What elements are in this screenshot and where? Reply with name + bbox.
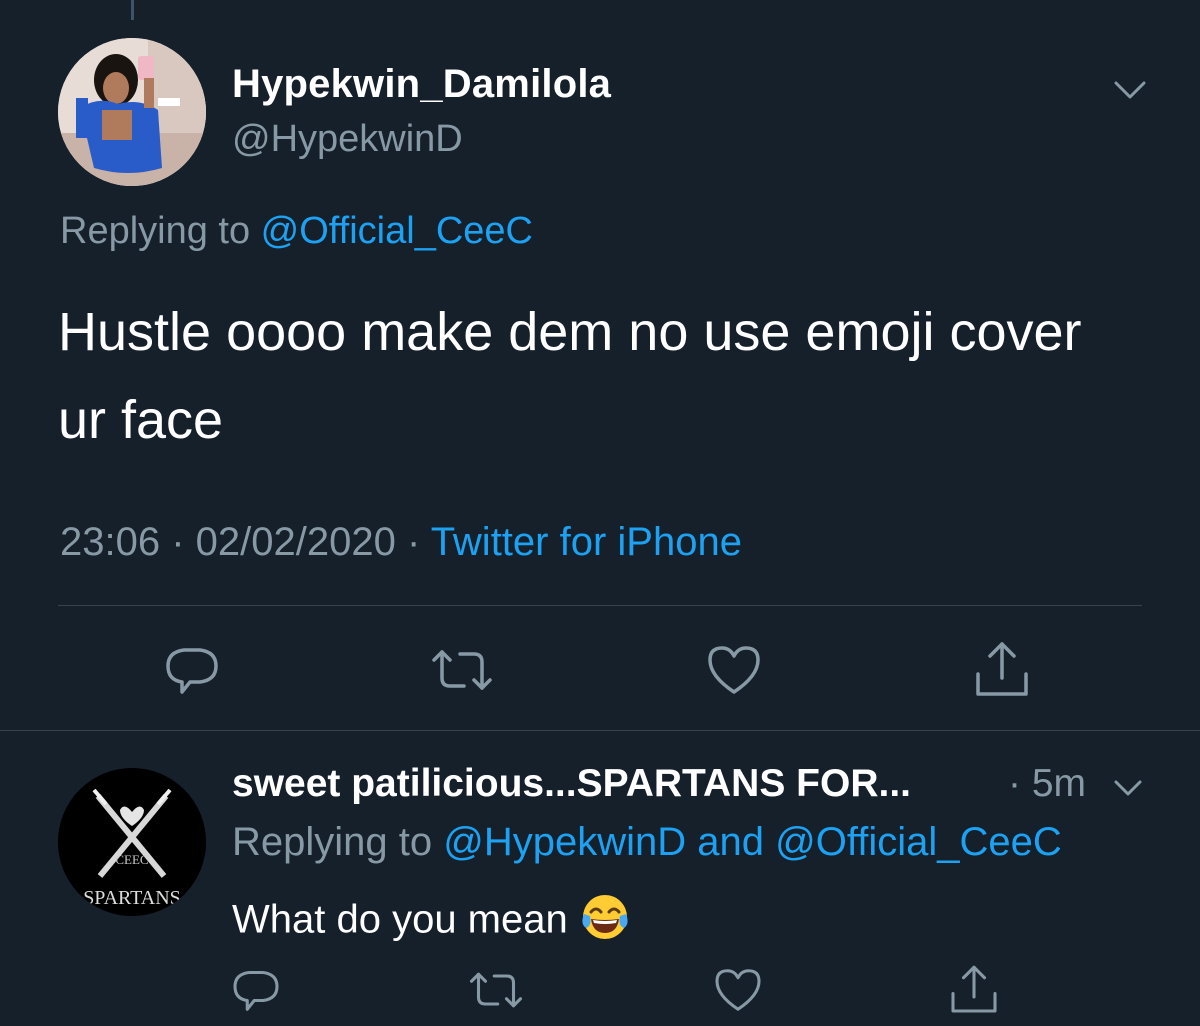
mention-link[interactable]: @HypekwinD — [443, 820, 686, 864]
share-icon[interactable] — [946, 962, 1010, 1026]
thread-line — [131, 0, 134, 20]
tweet-time: 23:06 — [60, 520, 161, 564]
reply-icon[interactable] — [228, 962, 292, 1026]
avatar[interactable]: CEEC SPARTANS — [58, 768, 206, 916]
replying-to: Replying to @HypekwinD and @Official_Cee… — [232, 820, 1062, 865]
tweet-text: What do you mean — [232, 892, 630, 952]
divider — [58, 605, 1142, 606]
avatar-photo — [58, 38, 206, 186]
display-name[interactable]: Hypekwin_Damilola — [232, 62, 611, 107]
replying-prefix: Replying to — [60, 210, 261, 252]
tweet-time: · 5m — [1008, 762, 1086, 805]
replying-prefix: Replying to — [232, 820, 444, 864]
svg-text:SPARTANS: SPARTANS — [83, 887, 181, 909]
tweet-date: 02/02/2020 — [195, 520, 396, 564]
face-with-tears-of-joy-icon — [580, 892, 630, 952]
mention-link[interactable]: @Official_CeeC — [775, 820, 1062, 864]
separator: · — [395, 520, 431, 564]
tweet-text: Hustle oooo make dem no use emoji cover … — [58, 302, 1082, 450]
spartans-logo: CEEC SPARTANS — [58, 768, 206, 916]
tweet-meta: 23:06 · 02/02/2020 · Twitter for iPhone — [60, 520, 742, 565]
share-icon[interactable] — [970, 638, 1034, 702]
separator: · — [160, 520, 196, 564]
svg-text:CEEC: CEEC — [115, 852, 148, 867]
retweet-icon[interactable] — [430, 638, 494, 702]
avatar[interactable] — [58, 38, 206, 186]
replying-to: Replying to @Official_CeeC — [60, 210, 533, 253]
like-icon[interactable] — [710, 962, 774, 1026]
like-icon[interactable] — [702, 638, 766, 702]
reply-text: What do you mean — [232, 897, 568, 942]
handle[interactable]: @HypekwinD — [232, 118, 463, 161]
reply-icon[interactable] — [160, 638, 224, 702]
mention-link[interactable]: @Official_CeeC — [261, 210, 533, 252]
chevron-down-icon[interactable] — [1110, 770, 1146, 806]
divider — [0, 730, 1200, 731]
chevron-down-icon[interactable] — [1110, 70, 1150, 110]
retweet-icon[interactable] — [468, 962, 532, 1026]
replying-and: and — [686, 820, 776, 864]
tweet-source[interactable]: Twitter for iPhone — [431, 520, 742, 564]
display-name[interactable]: sweet patilicious...SPARTANS FOR... — [232, 762, 911, 806]
